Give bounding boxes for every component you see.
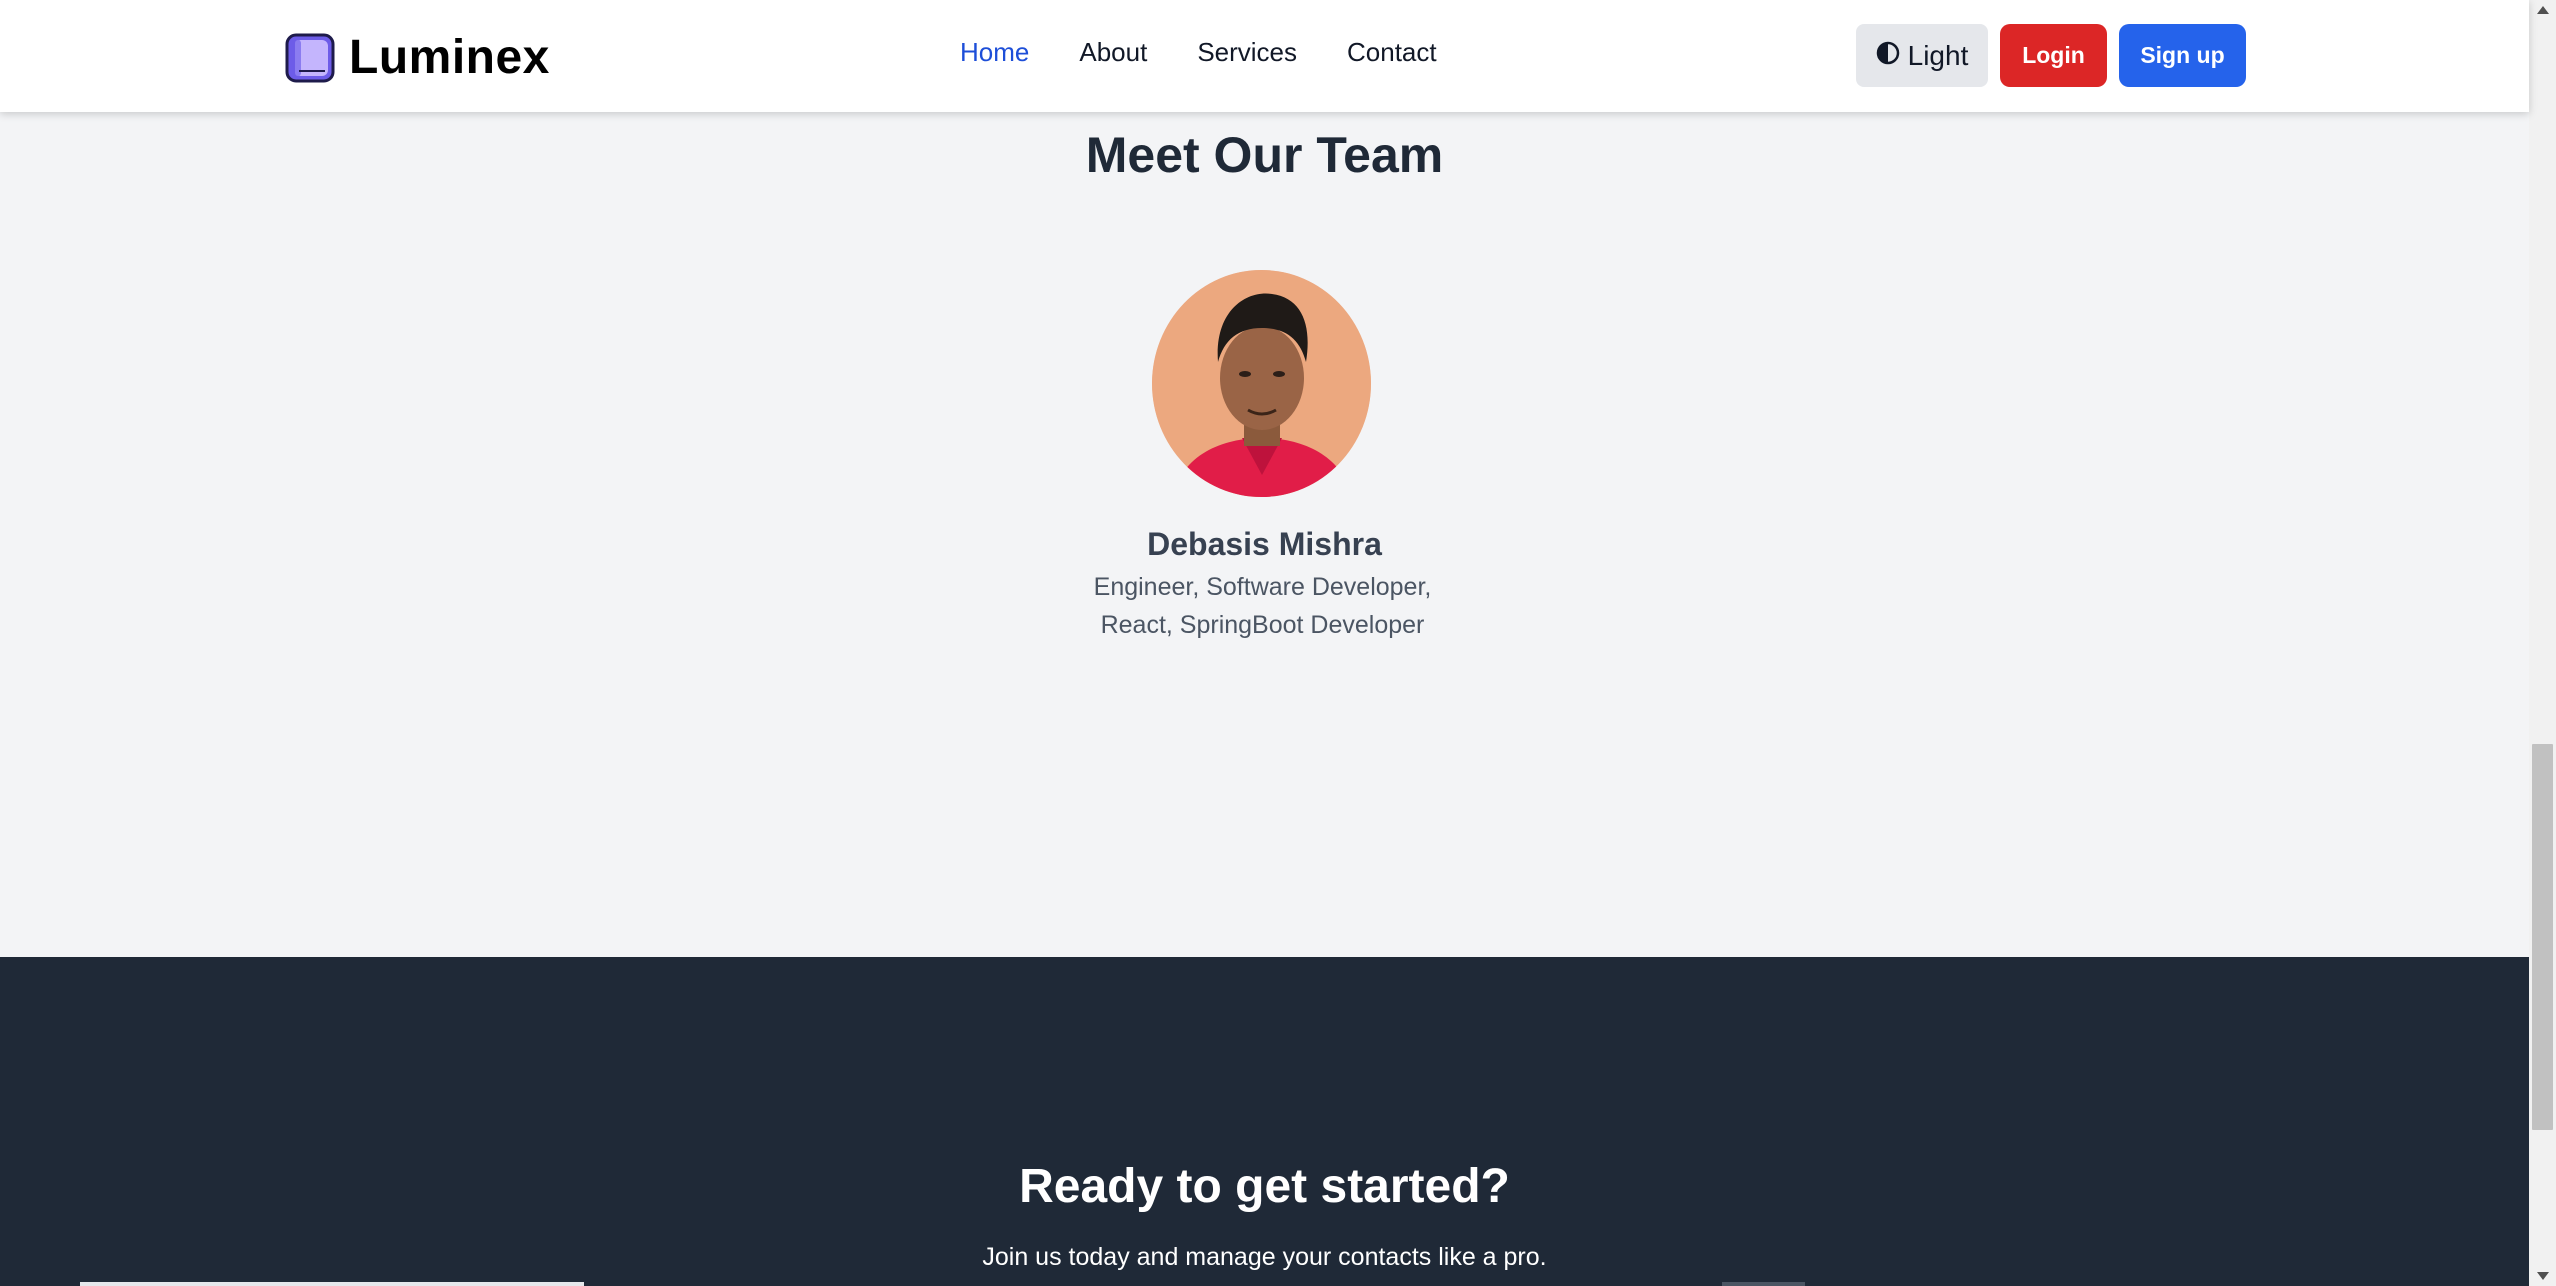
cta-title: Ready to get started? [1019,1160,1510,1213]
main-nav: Home About Services Contact [960,37,1437,68]
nav-services-link[interactable]: Services [1197,37,1297,68]
theme-toggle-label: Light [1907,39,1969,71]
brand-name: Luminex [349,31,550,84]
top-navbar: Luminex Home About Services Contact Ligh… [0,0,2529,112]
cta-section: Ready to get started? Join us today and … [0,957,2529,1286]
team-member-role: Engineer, Software Developer, React, Spr… [1070,568,1455,644]
scroll-up-arrow-icon[interactable] [2537,6,2549,14]
nav-contact-link[interactable]: Contact [1347,37,1437,68]
scroll-down-arrow-icon[interactable] [2537,1272,2549,1280]
team-section: Meet Our Team Debasis Mishra Engineer, S… [0,112,2529,957]
scrollbar-thumb[interactable] [2532,744,2553,1130]
brand-logo-link[interactable]: Luminex [285,30,550,85]
cta-button-edge [1722,1282,1805,1286]
contrast-icon [1876,40,1900,72]
cta-subtitle: Join us today and manage your contacts l… [982,1243,1547,1271]
page: Luminex Home About Services Contact Ligh… [0,0,2556,1286]
login-button[interactable]: Login [2000,24,2107,87]
role-line-2: React, SpringBoot Developer [1100,611,1425,639]
nav-about-link[interactable]: About [1079,37,1147,68]
team-member-name: Debasis Mishra [1147,526,1382,562]
role-line-1: Engineer, Software Developer, [1093,573,1432,601]
cta-button-edge [80,1282,584,1286]
book-icon [285,33,335,83]
page-scrollbar[interactable] [2529,0,2556,1286]
theme-toggle-button[interactable]: Light [1856,24,1988,87]
signup-button[interactable]: Sign up [2119,24,2246,87]
team-member-avatar [1152,270,1371,497]
team-title: Meet Our Team [1085,127,1444,183]
nav-home-link[interactable]: Home [960,37,1029,68]
